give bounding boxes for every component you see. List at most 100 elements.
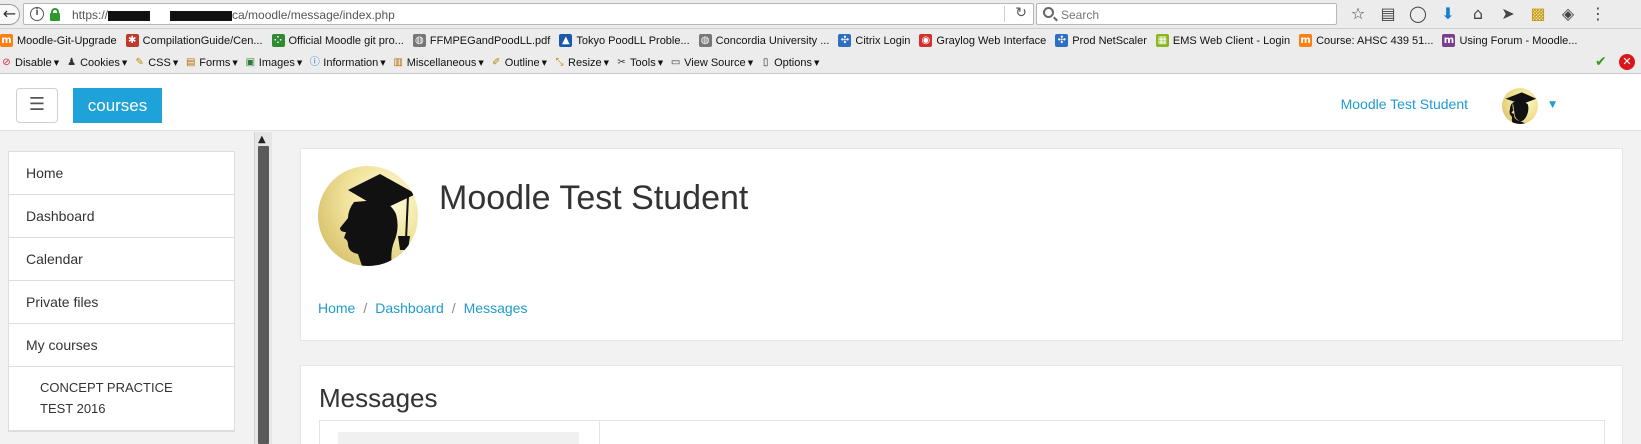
messages-card: Messages bbox=[300, 365, 1623, 444]
css-pencil-icon: ✎ bbox=[135, 57, 144, 68]
drawer-item-course[interactable]: CONCEPT PRACTICE TEST 2016 bbox=[9, 367, 234, 431]
reading-list-icon[interactable]: ▤ bbox=[1378, 4, 1398, 24]
devbar-menu-resize[interactable]: ⤡ Resize ▼ bbox=[553, 56, 610, 69]
drawer-scrollbar[interactable]: ▲ bbox=[254, 132, 272, 444]
address-bar[interactable]: i https://ca/moodle/message/index.php ↻ bbox=[23, 3, 1034, 25]
drawer-item-dashboard[interactable]: Dashboard bbox=[9, 195, 234, 238]
images-icon: ▣ bbox=[245, 57, 256, 68]
devbar-menu-label: Disable bbox=[15, 56, 52, 69]
reload-icon[interactable]: ↻ bbox=[1015, 5, 1027, 21]
menu-icon[interactable]: ⋮ bbox=[1588, 4, 1608, 24]
devbar-menu-forms[interactable]: ▤ Forms ▼ bbox=[184, 56, 238, 69]
resize-icon: ⤡ bbox=[555, 57, 564, 68]
source-icon: ▭ bbox=[670, 57, 681, 68]
drawer-item-private-files[interactable]: Private files bbox=[9, 281, 234, 324]
drawer-menu: Home Dashboard Calendar Private files My cou… bbox=[8, 151, 235, 432]
scroll-up-icon[interactable]: ▲ bbox=[258, 134, 266, 145]
ems-icon: ▦ bbox=[1155, 34, 1169, 47]
bookmark-item[interactable]: m Moodle-Git-Upgrade bbox=[0, 34, 117, 47]
globe-icon: ◍ bbox=[698, 34, 712, 47]
bookmark-label: Prod NetScaler bbox=[1072, 34, 1147, 47]
devbar-menu-options[interactable]: ▯ Options ▼ bbox=[759, 56, 820, 69]
breadcrumb-home[interactable]: Home bbox=[318, 300, 355, 316]
graduate-silhouette-icon bbox=[1505, 92, 1537, 124]
bookmark-star-icon[interactable]: ☆ bbox=[1348, 4, 1368, 24]
bookmark-item[interactable]: ▲ Tokyo PoodLL Proble... bbox=[559, 34, 690, 47]
devbar-menu-outline[interactable]: ✐ Outline ▼ bbox=[490, 56, 547, 69]
dropdown-caret-icon: ▼ bbox=[232, 58, 238, 67]
bookmark-item[interactable]: ◍ FFMPEGandPoodLL.pdf bbox=[412, 34, 551, 47]
site-info-icon[interactable]: i bbox=[30, 7, 44, 21]
devbar-menu-miscellaneous[interactable]: ▥ Miscellaneous ▼ bbox=[392, 56, 484, 69]
lock-icon[interactable] bbox=[50, 8, 60, 21]
dropdown-caret-icon: ▼ bbox=[603, 58, 610, 67]
download-icon[interactable]: ⬇ bbox=[1438, 4, 1458, 24]
bookmark-item[interactable]: ◉ Graylog Web Interface bbox=[919, 34, 1046, 47]
dropdown-caret-icon: ▼ bbox=[296, 58, 303, 67]
forms-icon: ▤ bbox=[186, 57, 196, 68]
breadcrumb-messages[interactable]: Messages bbox=[464, 300, 528, 316]
devbar-menu-label: CSS bbox=[148, 56, 171, 69]
back-button[interactable]: ← bbox=[0, 4, 20, 25]
graduate-silhouette-icon bbox=[340, 174, 416, 266]
bookmark-item[interactable]: ◍ Concordia University ... bbox=[698, 34, 830, 47]
bookmark-label: FFMPEGandPoodLL.pdf bbox=[429, 34, 551, 47]
checkmark-icon[interactable]: ✔ bbox=[1595, 54, 1611, 70]
breadcrumb-dashboard[interactable]: Dashboard bbox=[375, 300, 444, 316]
url-text[interactable]: https://ca/moodle/message/index.php bbox=[72, 8, 395, 22]
sync-icon[interactable]: ◈ bbox=[1558, 4, 1578, 24]
nav-drawer: Home Dashboard Calendar Private files My cou… bbox=[0, 132, 272, 444]
graylog-icon: ◉ bbox=[919, 34, 933, 47]
redacted-block bbox=[170, 10, 233, 21]
chevron-down-icon[interactable]: ▼ bbox=[1549, 100, 1556, 110]
devbar-menu-label: Cookies bbox=[80, 56, 120, 69]
bookmark-item[interactable]: ✣ Citrix Login bbox=[838, 34, 910, 47]
browser-window: ← i https://ca/moodle/message/index.php … bbox=[0, 0, 1641, 444]
cookie-icon: ♟ bbox=[67, 57, 77, 68]
user-avatar[interactable] bbox=[1502, 88, 1538, 124]
user-menu-name[interactable]: Moodle Test Student bbox=[1341, 96, 1468, 112]
drawer-item-my-courses[interactable]: My courses bbox=[9, 324, 234, 367]
moodle-icon: m bbox=[0, 34, 13, 47]
scrollbar-thumb[interactable] bbox=[258, 146, 269, 444]
bookmark-label: CompilationGuide/Cen... bbox=[142, 34, 263, 47]
devbar-menu-css[interactable]: ✎ CSS ▼ bbox=[133, 56, 179, 69]
devbar-menu-view-source[interactable]: ▭ View Source ▼ bbox=[669, 56, 753, 69]
page-header-card: Moodle Test Student Home / Dashboard / M… bbox=[300, 148, 1623, 341]
bookmark-item[interactable]: ✣ Prod NetScaler bbox=[1055, 34, 1147, 47]
screenshot-icon[interactable]: ▩ bbox=[1528, 4, 1548, 24]
bookmark-label: Concordia University ... bbox=[715, 34, 830, 47]
section-title: Messages bbox=[319, 383, 438, 413]
devbar-menu-images[interactable]: ▣ Images ▼ bbox=[244, 56, 303, 69]
citrix-icon: ✣ bbox=[1055, 34, 1069, 47]
bookmark-item[interactable]: ▦ EMS Web Client - Login bbox=[1155, 34, 1291, 47]
bookmark-item[interactable]: m Using Forum - Moodle... bbox=[1442, 34, 1577, 47]
drawer-toggle-button[interactable]: ☰ bbox=[16, 88, 58, 123]
contacts-search-area[interactable] bbox=[338, 432, 579, 444]
devbar-menu-label: View Source bbox=[684, 56, 746, 69]
devbar-menu-tools[interactable]: ✂ Tools ▼ bbox=[615, 56, 663, 69]
drawer-item-calendar[interactable]: Calendar bbox=[9, 238, 234, 281]
search-input[interactable]: Search bbox=[1036, 3, 1337, 25]
error-close-icon[interactable]: ✕ bbox=[1619, 54, 1635, 70]
devbar-menu-information[interactable]: ⓘ Information ▼ bbox=[308, 56, 386, 69]
dropdown-caret-icon: ▼ bbox=[53, 58, 60, 67]
drawer-item-home[interactable]: Home bbox=[9, 152, 234, 195]
bookmark-label: EMS Web Client - Login bbox=[1172, 34, 1291, 47]
drop-icon: ▲ bbox=[559, 34, 573, 47]
citrix-icon: ✣ bbox=[838, 34, 852, 47]
dropdown-caret-icon: ▼ bbox=[478, 58, 484, 67]
devbar-menu-disable[interactable]: ⊘ Disable ▼ bbox=[0, 56, 59, 69]
bookmark-item[interactable]: m Course: AHSC 439 51... bbox=[1299, 34, 1433, 47]
tools-icon: ✂ bbox=[617, 57, 626, 68]
site-brand-link[interactable]: courses bbox=[73, 88, 162, 123]
home-icon[interactable]: ⌂ bbox=[1468, 4, 1488, 24]
devbar-menu-label: Images bbox=[258, 56, 295, 69]
send-icon[interactable]: ➤ bbox=[1498, 4, 1518, 24]
bookmark-item[interactable]: ⁘ Official Moodle git pro... bbox=[271, 34, 404, 47]
dropdown-caret-icon: ▼ bbox=[172, 58, 179, 67]
bookmark-item[interactable]: ✱ CompilationGuide/Cen... bbox=[125, 34, 263, 47]
devbar-menu-cookies[interactable]: ♟ Cookies ▼ bbox=[65, 56, 127, 69]
pocket-icon[interactable]: ◯ bbox=[1408, 4, 1428, 24]
bookmarks-toolbar: m Moodle-Git-Upgrade ✱ CompilationGuide/Cen… bbox=[0, 29, 1641, 52]
